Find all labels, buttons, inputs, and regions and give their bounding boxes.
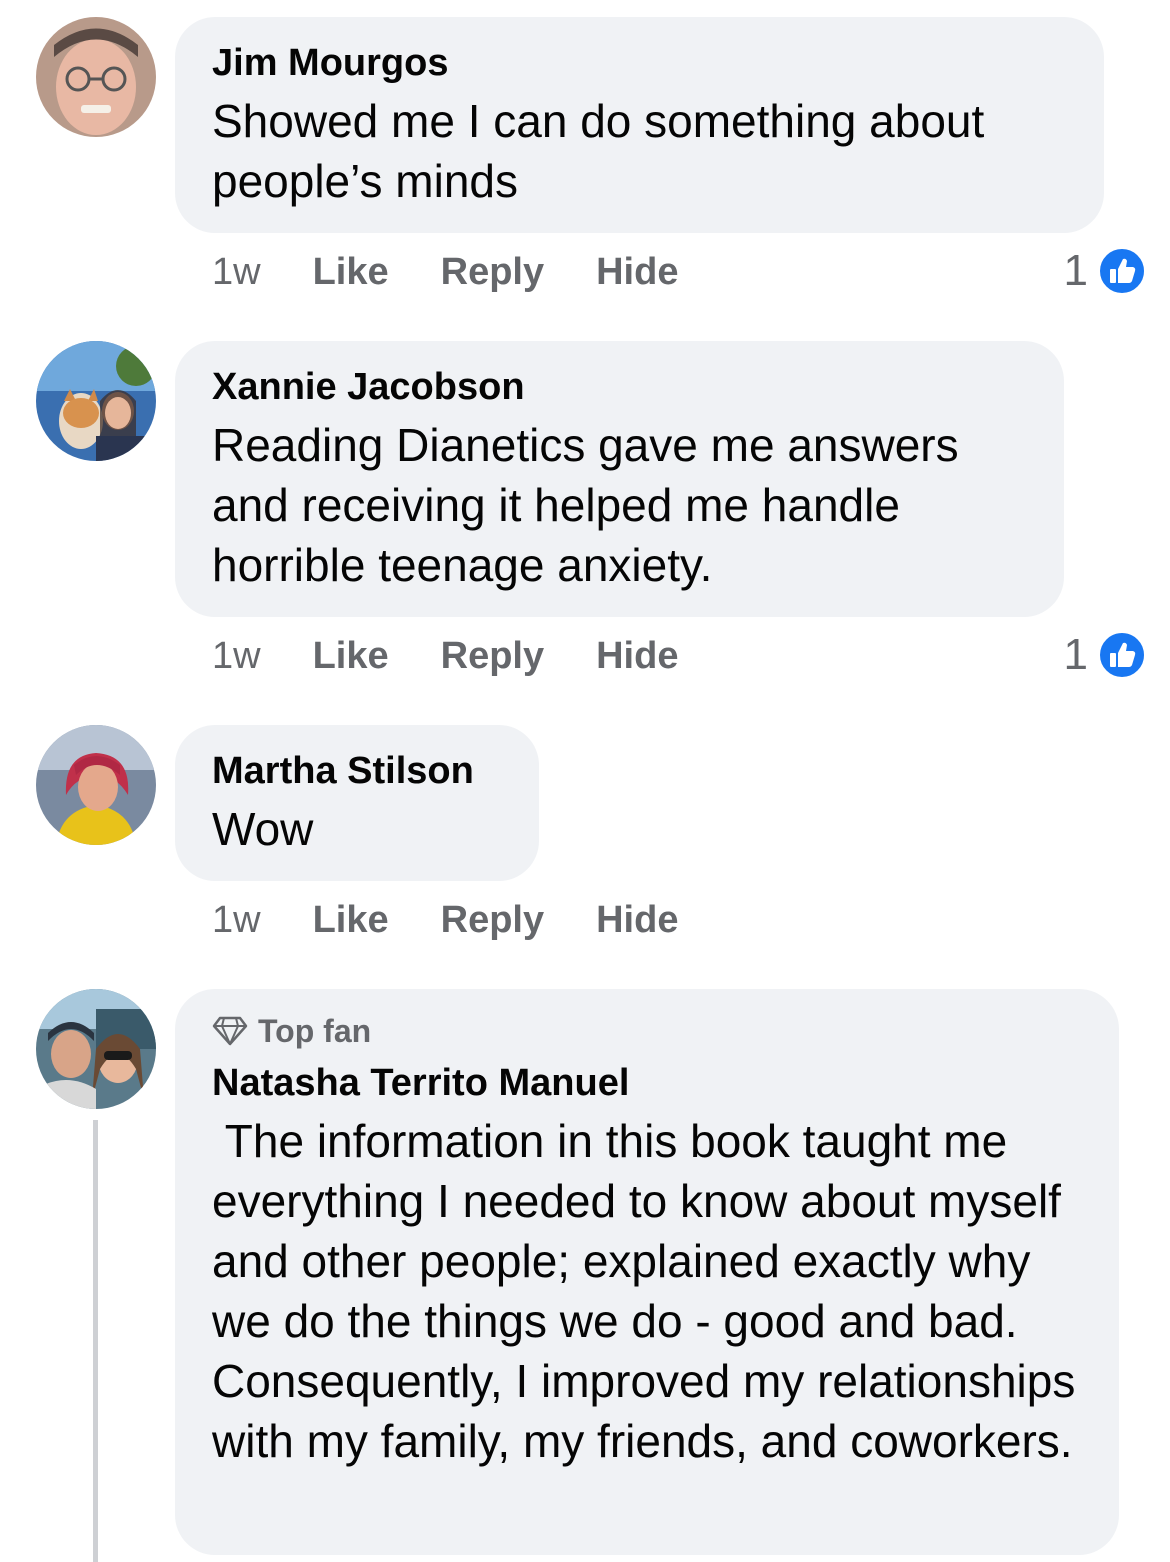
top-fan-badge[interactable]: Top fan <box>212 1011 1083 1051</box>
comment-text: The information in this book taught me e… <box>212 1115 1089 1467</box>
hide-button[interactable]: Hide <box>596 899 678 942</box>
comment-actions: 1w Like Reply Hide <box>212 895 730 945</box>
comment-bubble: Jim Mourgos Showed me I can do something… <box>175 17 1104 233</box>
hide-button[interactable]: Hide <box>596 251 678 294</box>
reaction-summary[interactable]: 1 <box>1064 246 1146 296</box>
comment-text: Reading Dianetics gave me answers and re… <box>212 419 972 591</box>
comment-author[interactable]: Jim Mourgos <box>212 39 1068 87</box>
comment-actions: 1w Like Reply Hide <box>212 631 730 681</box>
like-button[interactable]: Like <box>313 899 389 942</box>
reaction-count: 1 <box>1063 630 1088 679</box>
avatar[interactable] <box>36 17 156 137</box>
comment-author[interactable]: Xannie Jacobson <box>212 363 1028 411</box>
comment-bubble: Top fan Natasha Territo Manuel The infor… <box>175 989 1119 1555</box>
comment-author[interactable]: Natasha Territo Manuel <box>212 1059 1083 1107</box>
reaction-summary[interactable]: 1 <box>1064 630 1146 680</box>
comment-time[interactable]: 1w <box>212 635 261 678</box>
like-button[interactable]: Like <box>313 635 389 678</box>
like-button[interactable]: Like <box>313 251 389 294</box>
comment-time[interactable]: 1w <box>212 251 261 294</box>
reply-button[interactable]: Reply <box>441 251 544 294</box>
badge-label: Top fan <box>258 1013 372 1049</box>
comment-author[interactable]: Martha Stilson <box>212 747 503 795</box>
reaction-count: 1 <box>1063 246 1088 295</box>
reply-button[interactable]: Reply <box>441 635 544 678</box>
avatar[interactable] <box>36 725 156 845</box>
comment-time[interactable]: 1w <box>212 899 261 942</box>
comment-text: Showed me I can do something about peopl… <box>212 95 998 207</box>
like-reaction-icon <box>1098 247 1146 295</box>
comment-actions: 1w Like Reply Hide <box>212 247 730 297</box>
comment-bubble: Xannie Jacobson Reading Dianetics gave m… <box>175 341 1064 617</box>
avatar[interactable] <box>36 989 156 1109</box>
avatar[interactable] <box>36 341 156 461</box>
comment-bubble: Martha Stilson Wow <box>175 725 539 881</box>
reply-button[interactable]: Reply <box>441 899 544 942</box>
diamond-icon <box>212 1016 248 1046</box>
hide-button[interactable]: Hide <box>596 635 678 678</box>
like-reaction-icon <box>1098 631 1146 679</box>
comment-text: Wow <box>212 803 314 855</box>
reply-thread-line <box>93 1120 98 1562</box>
